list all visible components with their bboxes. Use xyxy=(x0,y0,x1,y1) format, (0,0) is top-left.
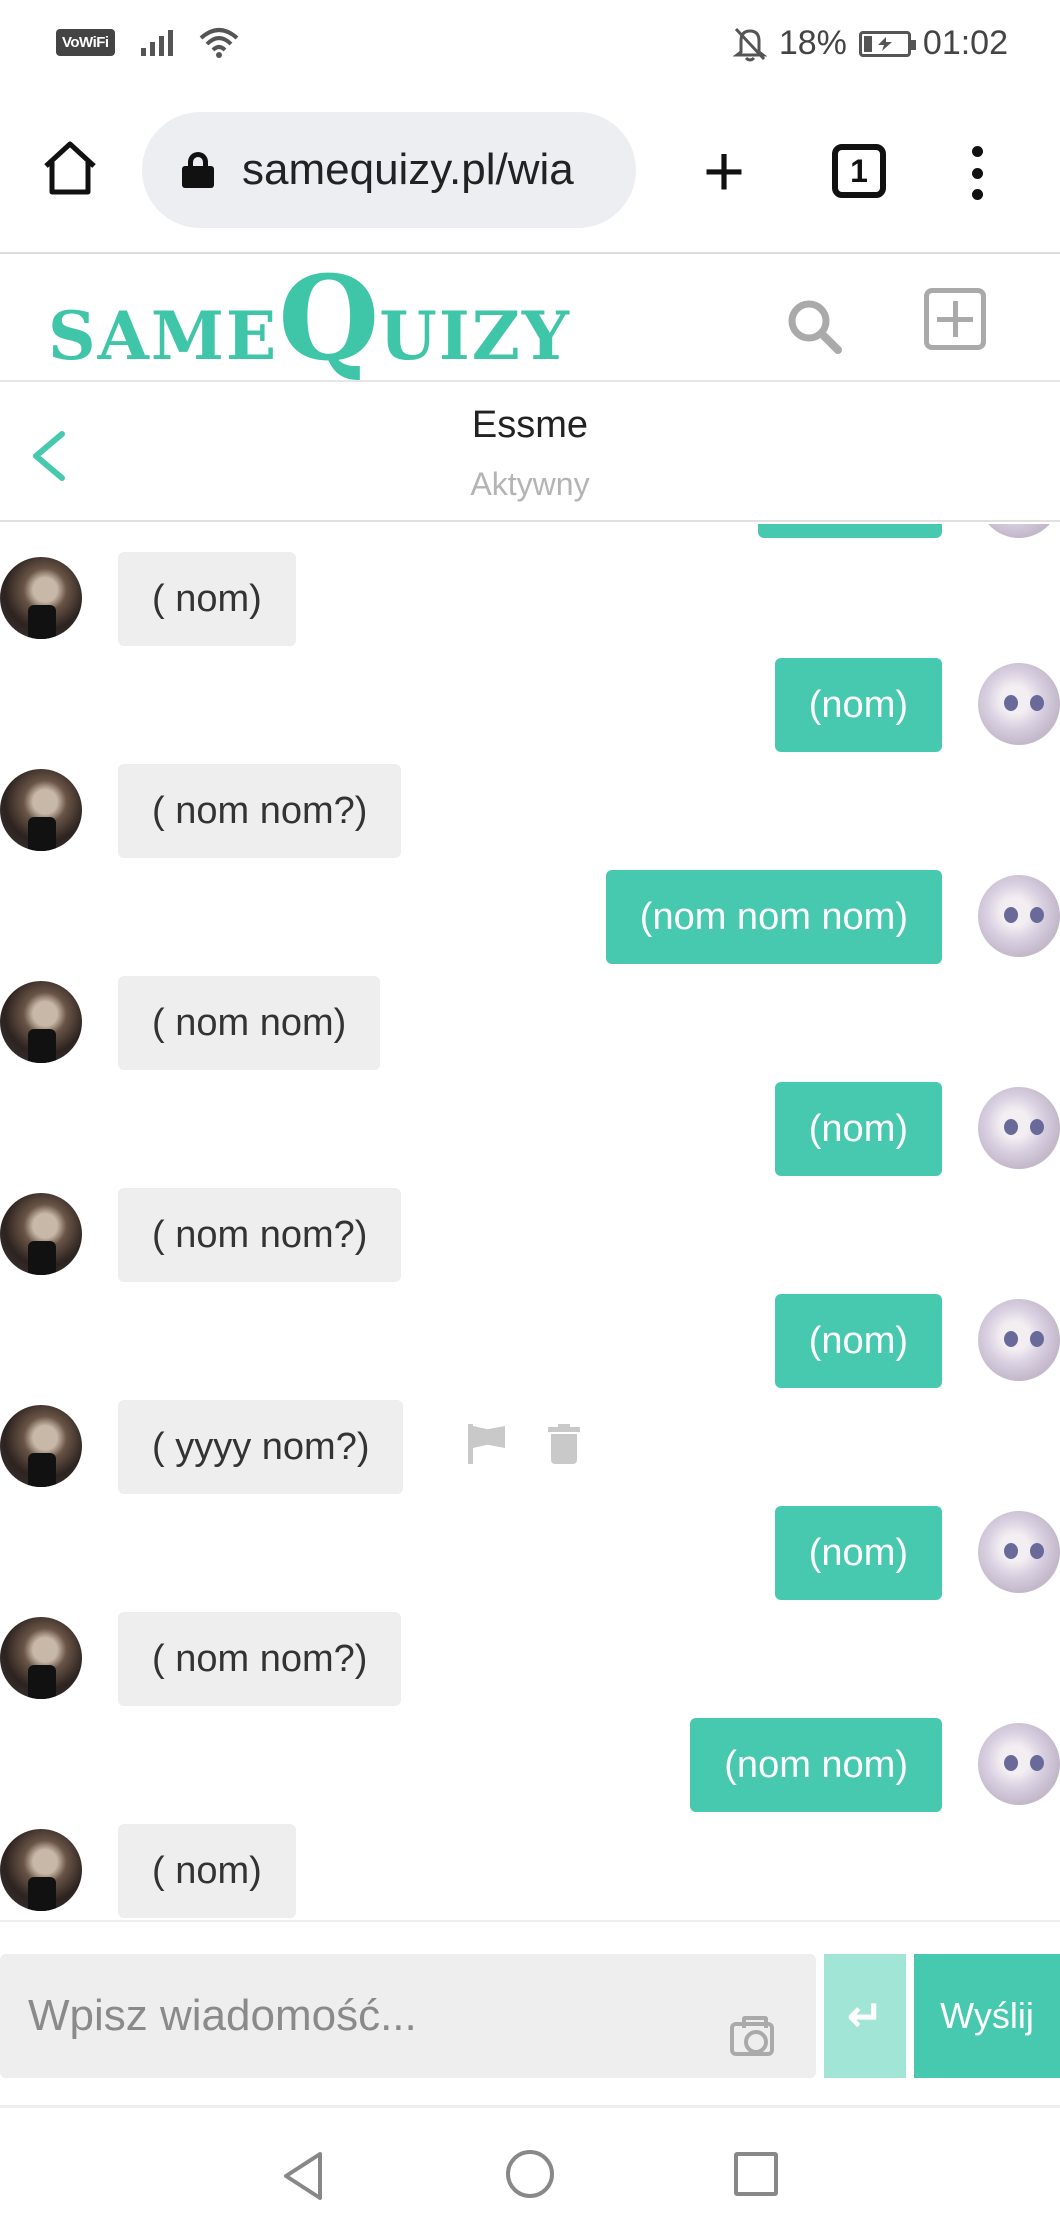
message-row: (nom) xyxy=(0,1082,1060,1176)
message-bubble: ( nom) xyxy=(118,552,296,646)
system-nav-bar xyxy=(0,2110,1060,2237)
avatar xyxy=(978,1087,1060,1169)
message-bubble: (nom) xyxy=(774,1506,942,1600)
avatar xyxy=(0,557,82,639)
send-button[interactable]: Wyślij xyxy=(914,1954,1060,2078)
message-bubble: ( nom nom) xyxy=(118,976,381,1070)
message-row: (nom) xyxy=(0,658,1060,752)
browser-toolbar: samequizy.pl/wia + 1 xyxy=(0,92,1060,254)
nav-back-icon[interactable] xyxy=(280,2150,326,2202)
message-bubble: (nom nom) xyxy=(690,1718,942,1812)
enter-toggle-button[interactable]: ↵ xyxy=(824,1954,906,2078)
message-row: (nom) xyxy=(0,1294,1060,1388)
trash-icon[interactable] xyxy=(548,1424,580,1464)
message-row: ( nom) xyxy=(0,552,1060,646)
clock: 01:02 xyxy=(922,24,1008,62)
home-icon[interactable] xyxy=(40,138,100,198)
message-row: ( nom) xyxy=(0,1824,1060,1918)
conversation-header: Essme Aktywny xyxy=(0,384,1060,522)
signal-icon xyxy=(140,28,173,56)
avatar xyxy=(0,1193,82,1275)
url-text: samequizy.pl/wia xyxy=(242,145,574,194)
message-row: (nom) xyxy=(0,1506,1060,1600)
nav-recent-apps-icon[interactable] xyxy=(734,2152,778,2196)
battery-percent: 18% xyxy=(778,24,847,62)
message-bubble: (nom nom nom) xyxy=(605,870,942,964)
browser-menu-button[interactable] xyxy=(962,146,992,200)
new-tab-button[interactable]: + xyxy=(694,136,754,208)
search-icon[interactable] xyxy=(784,296,844,356)
avatar xyxy=(0,769,82,851)
site-logo[interactable]: SAME Q UIZY xyxy=(48,261,571,377)
avatar xyxy=(978,663,1060,745)
avatar xyxy=(978,875,1060,957)
message-bubble: ( nom nom?) xyxy=(118,1188,402,1282)
vowifi-icon: VoWiFi xyxy=(56,28,115,56)
status-bar: VoWiFi 18% 01:02 xyxy=(0,0,1060,92)
message-bubble: ( yyyy nom?) xyxy=(118,1400,404,1494)
mute-bell-icon xyxy=(732,27,767,61)
avatar xyxy=(978,1723,1060,1805)
message-bubble: (nom) xyxy=(774,1082,942,1176)
message-bubble-partial xyxy=(758,524,942,538)
avatar xyxy=(0,1829,82,1911)
avatar xyxy=(0,981,82,1063)
flag-icon[interactable] xyxy=(466,1424,506,1464)
avatar xyxy=(978,1511,1060,1593)
message-composer: ↵ Wyślij xyxy=(0,1920,1060,2108)
tab-switcher-button[interactable]: 1 xyxy=(832,144,886,198)
address-bar[interactable]: samequizy.pl/wia xyxy=(142,112,636,228)
nav-home-icon[interactable] xyxy=(506,2150,554,2198)
message-row: (nom nom nom) xyxy=(0,870,1060,964)
message-row: ( nom nom) xyxy=(0,976,1060,1070)
message-bubble: (nom) xyxy=(774,658,942,752)
message-list[interactable]: ( nom) (nom) ( nom nom?) (nom nom nom) (… xyxy=(0,524,1060,1918)
avatar xyxy=(978,1299,1060,1381)
contact-status: Aktywny xyxy=(470,466,590,502)
lock-icon xyxy=(182,152,214,188)
message-row-partial xyxy=(0,524,1060,538)
add-quiz-icon[interactable] xyxy=(924,288,986,350)
message-row: ( nom nom?) xyxy=(0,1612,1060,1706)
site-header: SAME Q UIZY xyxy=(0,256,1060,382)
message-bubble: ( nom nom?) xyxy=(118,764,402,858)
avatar xyxy=(0,1405,82,1487)
message-input[interactable] xyxy=(0,1954,816,2078)
avatar xyxy=(0,1617,82,1699)
message-actions xyxy=(466,1424,580,1464)
avatar xyxy=(978,524,1060,538)
message-row: ( yyyy nom?) xyxy=(0,1400,1060,1494)
message-bubble: (nom) xyxy=(774,1294,942,1388)
message-row: ( nom nom?) xyxy=(0,764,1060,858)
message-bubble: ( nom nom?) xyxy=(118,1612,402,1706)
message-row: ( nom nom?) xyxy=(0,1188,1060,1282)
battery-icon xyxy=(858,30,916,57)
message-row: (nom nom) xyxy=(0,1718,1060,1812)
camera-icon[interactable] xyxy=(730,2016,774,2056)
wifi-icon xyxy=(199,28,238,58)
message-bubble: ( nom) xyxy=(118,1824,296,1918)
contact-name: Essme xyxy=(471,404,589,446)
